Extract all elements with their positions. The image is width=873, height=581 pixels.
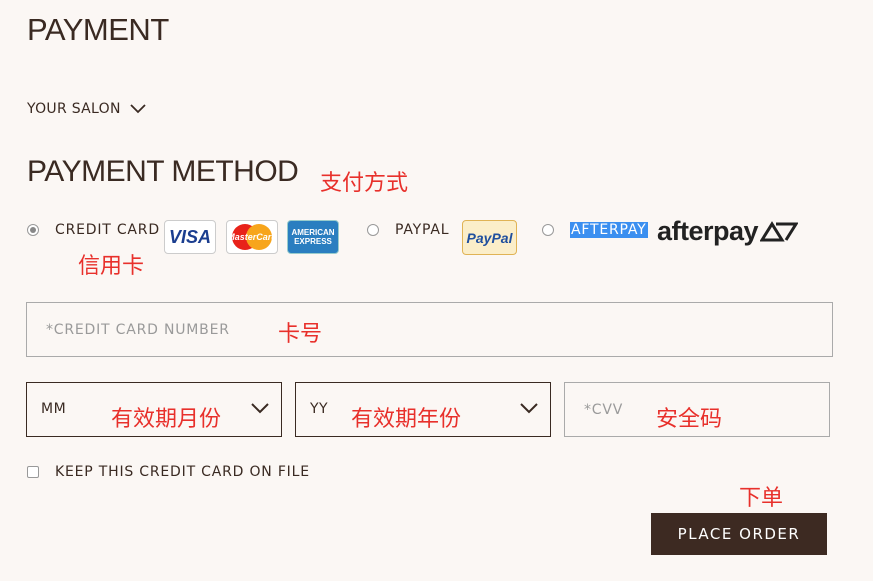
card-number-annotation: 卡号 (278, 322, 323, 347)
afterpay-label: AFTERPAY (570, 222, 648, 238)
payment-method-heading: PAYMENT METHOD (27, 155, 299, 188)
place-order-button[interactable]: PLACE ORDER (651, 513, 827, 555)
afterpay-logo: afterpay (657, 216, 799, 247)
payment-method-annotation: 支付方式 (320, 171, 409, 196)
paypal-logo: PayPal (462, 220, 517, 255)
paypal-logo-text: PayPal (466, 229, 513, 246)
card-number-placeholder: *CREDIT CARD NUMBER (46, 322, 230, 338)
amex-logo: AMERICAN EXPRESS (287, 220, 339, 254)
cvv-placeholder: *CVV (584, 402, 624, 418)
mastercard-logo: MasterCard (226, 220, 278, 254)
mastercard-logo-text: MasterCard (227, 232, 277, 242)
afterpay-radio[interactable] (542, 224, 554, 236)
page-title: PAYMENT (27, 12, 169, 47)
afterpay-arrows-icon (760, 220, 799, 241)
afterpay-option[interactable]: AFTERPAY (542, 222, 648, 238)
chevron-down-icon (520, 403, 538, 414)
amex-logo-line1: AMERICAN (291, 228, 335, 237)
expiry-year-value: YY (310, 401, 329, 417)
credit-card-annotation: 信用卡 (78, 254, 145, 279)
visa-logo: VISA (164, 220, 216, 254)
credit-card-label: CREDIT CARD (55, 222, 160, 238)
chevron-down-icon (130, 104, 146, 114)
cvv-annotation: 安全码 (656, 407, 723, 432)
keep-card-option[interactable]: KEEP THIS CREDIT CARD ON FILE (27, 464, 310, 480)
salon-dropdown[interactable]: YOUR SALON (27, 101, 146, 117)
keep-card-checkbox[interactable] (27, 466, 39, 478)
keep-card-label: KEEP THIS CREDIT CARD ON FILE (55, 464, 310, 480)
paypal-radio[interactable] (367, 224, 379, 236)
credit-card-option[interactable]: CREDIT CARD (27, 222, 160, 238)
card-number-field[interactable]: *CREDIT CARD NUMBER (26, 302, 833, 357)
place-order-annotation: 下单 (739, 486, 784, 511)
paypal-label: PAYPAL (395, 222, 450, 238)
credit-card-radio[interactable] (27, 224, 39, 236)
expiry-month-annotation: 有效期月份 (111, 407, 222, 432)
paypal-option[interactable]: PAYPAL (367, 222, 449, 238)
amex-logo-line2: EXPRESS (294, 237, 332, 246)
expiry-month-value: MM (41, 401, 67, 417)
chevron-down-icon (251, 403, 269, 414)
salon-label: YOUR SALON (27, 101, 121, 117)
visa-logo-text: VISA (168, 226, 211, 247)
afterpay-logo-text: afterpay (657, 216, 759, 246)
expiry-year-annotation: 有效期年份 (351, 407, 462, 432)
